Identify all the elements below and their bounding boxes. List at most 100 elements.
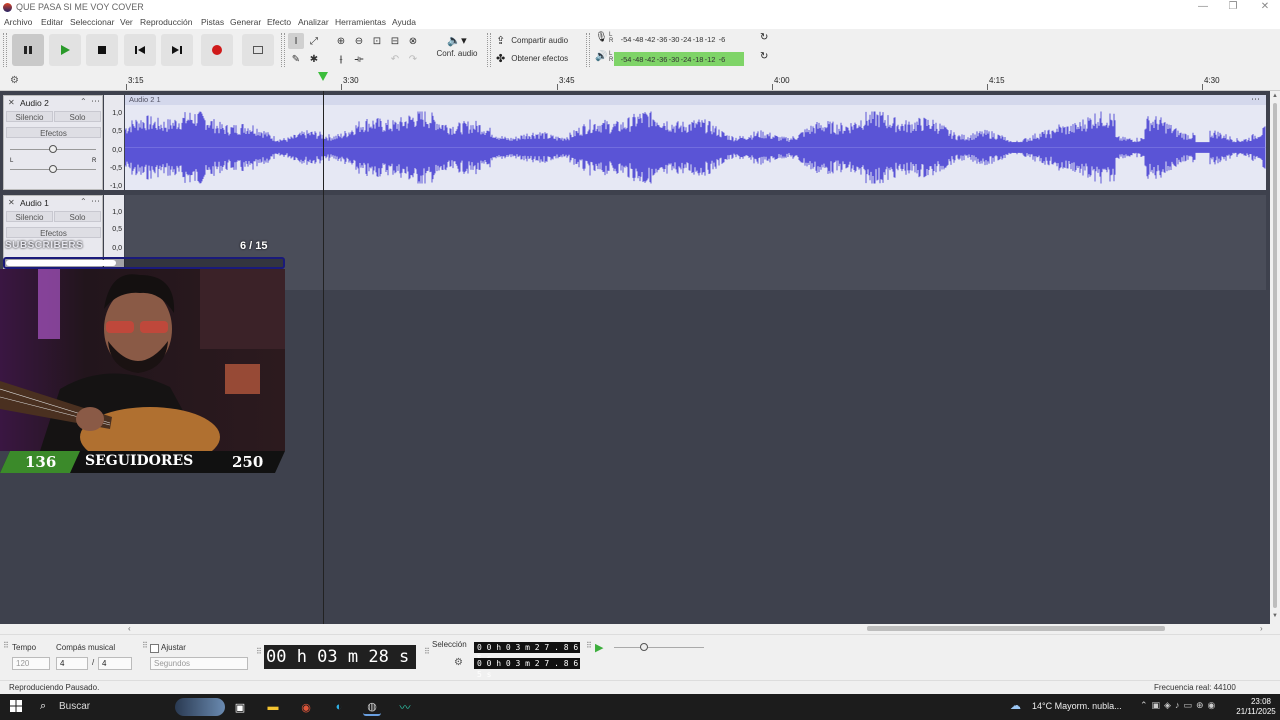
clip-menu-icon[interactable]: ⋯ (1251, 94, 1260, 105)
gain-slider[interactable] (49, 145, 57, 153)
effects-button[interactable]: Efectos (6, 227, 101, 238)
toolbar-grip[interactable]: ⠿ (256, 647, 262, 656)
meter-options-icon[interactable]: ↻ (760, 51, 768, 62)
pause-button[interactable] (12, 34, 44, 66)
clock-date[interactable]: 21/11/2025 (1234, 707, 1278, 716)
menu-ver[interactable]: Ver (120, 17, 133, 27)
play-at-speed-icon[interactable]: ▶ (595, 641, 603, 654)
fit-project-icon[interactable]: ⊟ (387, 33, 403, 49)
menu-generar[interactable]: Generar (230, 17, 261, 27)
empty-track-lane[interactable] (125, 195, 1266, 290)
time-display[interactable]: 00 h 03 m 28 s (264, 645, 416, 669)
selection-end-time[interactable]: 0 0 h 0 3 m 2 7 . 8 6 5 s (474, 658, 580, 679)
timeline-settings-icon[interactable]: ⚙ (10, 75, 19, 86)
microphone-icon[interactable]: 🎙 (595, 32, 608, 43)
waveform[interactable] (125, 105, 1266, 190)
fit-selection-icon[interactable]: ⊡ (369, 33, 385, 49)
skip-start-button[interactable] (124, 34, 156, 66)
toolbar-grip[interactable] (3, 33, 7, 67)
selection-tool-icon[interactable]: I (288, 33, 304, 49)
skip-end-button[interactable] (161, 34, 193, 66)
undo-icon[interactable]: ↶ (387, 51, 403, 67)
scroll-left-icon[interactable]: ‹ (128, 624, 131, 633)
snap-unit-select[interactable]: Segundos (150, 657, 248, 670)
edge-icon[interactable]: ◐ (330, 698, 348, 716)
multi-tool-icon[interactable]: ✱ (306, 51, 322, 67)
snap-checkbox[interactable] (150, 644, 159, 653)
vertical-scrollbar[interactable]: ▲ ▼ (1270, 91, 1280, 624)
maximize-icon[interactable]: ❐ (1218, 0, 1248, 15)
share-audio-button[interactable]: ⇪ Compartir audio (496, 33, 586, 48)
toolbar-grip[interactable]: ⠿ (3, 641, 9, 650)
menu-archivo[interactable]: Archivo (4, 17, 32, 27)
scroll-down-icon[interactable]: ▼ (1272, 613, 1278, 619)
scroll-thumb[interactable] (1273, 103, 1277, 608)
close-track-icon[interactable]: ✕ (8, 198, 15, 207)
solo-button[interactable]: Solo (54, 111, 101, 122)
toolbar-grip[interactable] (281, 33, 285, 67)
effects-button[interactable]: Efectos (6, 127, 101, 138)
clock-time[interactable]: 23:08 (1244, 697, 1278, 706)
timeline-ruler[interactable]: ⚙ 3:15 3:30 3:45 4:00 4:15 4:30 (0, 71, 1280, 91)
scroll-thumb[interactable] (867, 626, 1165, 631)
taskbar-search[interactable]: Buscar (59, 701, 90, 712)
weather-text[interactable]: 14°C Mayorm. nubla... (1032, 701, 1122, 711)
menu-pistas[interactable]: Pistas (201, 17, 224, 27)
track-name[interactable]: Audio 1 (20, 198, 49, 208)
menu-ayuda[interactable]: Ayuda (392, 17, 416, 27)
meter-options-icon[interactable]: ↻ (760, 32, 768, 43)
menu-herramientas[interactable]: Herramientas (335, 17, 386, 27)
get-effects-button[interactable]: ✤ Obtener efectos (496, 51, 586, 66)
record-meter[interactable]: -54 -48 -42 -36 -30 -24 -18 -12 -6 (620, 32, 746, 46)
time-signature-numerator[interactable]: 4 (56, 657, 88, 670)
record-button[interactable] (201, 34, 233, 66)
mute-button[interactable]: Silencio (6, 211, 53, 222)
selection-start-time[interactable]: 0 0 h 0 3 m 2 7 . 8 6 5 s (474, 642, 580, 663)
draw-tool-icon[interactable]: ✎ (288, 51, 304, 67)
solo-button[interactable]: Solo (54, 211, 101, 222)
toolbar-grip[interactable] (586, 33, 590, 67)
app-icon[interactable]: 〰 (396, 698, 414, 716)
toolbar-grip[interactable] (487, 33, 491, 67)
loop-button[interactable] (242, 34, 274, 66)
menu-reproduccion[interactable]: Reproducción (140, 17, 192, 27)
tempo-input[interactable]: 120 (12, 657, 50, 670)
track-menu-icon[interactable]: ⋯ (91, 196, 100, 207)
zoom-in-icon[interactable]: ⊕ (333, 33, 349, 49)
weather-icon[interactable]: ☁ (1010, 699, 1021, 712)
menu-editar[interactable]: Editar (41, 17, 63, 27)
audio-setup-button[interactable]: 🔈▾ Conf. audio (434, 34, 480, 68)
collapse-track-icon[interactable]: ⌃ (80, 97, 87, 106)
scroll-up-icon[interactable]: ▲ (1272, 93, 1278, 99)
playback-speaker-icon[interactable]: 🔊 (595, 51, 607, 62)
trim-icon[interactable]: ⫲ (333, 51, 349, 67)
toolbar-grip[interactable]: ⠿ (142, 641, 148, 650)
close-icon[interactable]: ✕ (1250, 0, 1280, 15)
play-button[interactable] (49, 34, 81, 66)
toolbar-grip[interactable]: ⠿ (424, 647, 430, 656)
menu-seleccionar[interactable]: Seleccionar (70, 17, 114, 27)
close-track-icon[interactable]: ✕ (8, 98, 15, 107)
scroll-right-icon[interactable]: › (1260, 624, 1263, 633)
mute-button[interactable]: Silencio (6, 111, 53, 122)
audacity-taskbar-icon[interactable]: ◉ (297, 698, 315, 716)
pan-slider[interactable] (49, 165, 57, 173)
collapse-track-icon[interactable]: ⌃ (80, 197, 87, 206)
horizontal-scrollbar[interactable]: ‹ › (125, 624, 1270, 633)
clip-header[interactable]: Audio 2 1 (125, 95, 1266, 105)
playback-meter[interactable]: -54 -48 -42 -36 -30 -24 -18 -12 -6 (614, 52, 744, 66)
envelope-tool-icon[interactable]: ⤢ (306, 33, 322, 49)
audio-clip[interactable]: Audio 2 1 ⋯ (125, 94, 1266, 190)
windows-start-icon[interactable] (10, 700, 22, 712)
zoom-toggle-icon[interactable]: ⊗ (405, 33, 421, 49)
minimize-icon[interactable]: — (1188, 0, 1218, 15)
time-signature-denominator[interactable]: 4 (98, 657, 132, 670)
obs-icon[interactable]: ◍ (363, 698, 381, 716)
stop-button[interactable] (86, 34, 118, 66)
track-menu-icon[interactable]: ⋯ (91, 96, 100, 107)
task-view-icon[interactable]: ▣ (231, 698, 249, 716)
speed-slider[interactable] (640, 643, 648, 651)
playhead-marker-icon[interactable] (318, 72, 329, 82)
menu-efecto[interactable]: Efecto (267, 17, 291, 27)
selection-settings-icon[interactable]: ⚙ (454, 657, 463, 668)
